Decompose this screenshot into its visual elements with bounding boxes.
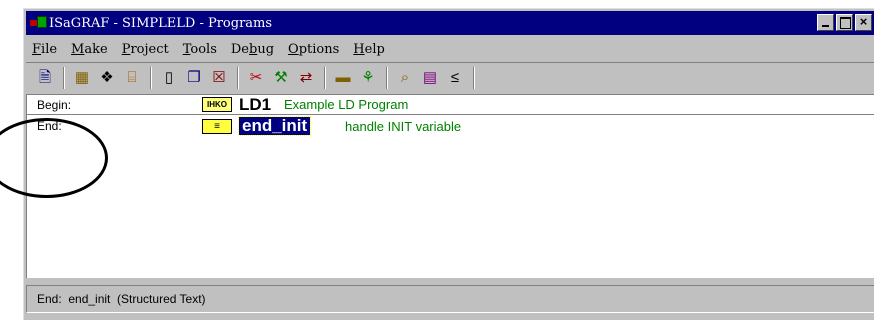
- program-description-end-init: handle INIT variable: [345, 118, 462, 134]
- menu-project[interactable]: Project: [116, 42, 177, 57]
- menu-file[interactable]: File: [26, 42, 65, 57]
- menu-help[interactable]: Help: [347, 42, 393, 57]
- maximize-button[interactable]: [836, 14, 853, 31]
- toolbar: 🗎 ▦ ❖ ⌸ ▯ ❐ ☒ ✂ ⚒ ⇄ ▬ ⚘ ⌕ ▤ ≤: [26, 62, 874, 92]
- ladder-program-icon: IHKO: [202, 97, 232, 112]
- toolbar-separator: [237, 66, 239, 89]
- minimize-button[interactable]: [817, 14, 834, 31]
- compile-icon[interactable]: ⚒: [270, 67, 292, 89]
- search-icon[interactable]: ⌕: [394, 67, 416, 89]
- section-label-begin: Begin:: [37, 97, 72, 112]
- toolbar-separator: [386, 66, 388, 89]
- toolbar-separator: [473, 66, 475, 89]
- toolbar-separator: [63, 66, 65, 89]
- status-bar: End: end_init (Structured Text): [26, 285, 874, 313]
- program-list: Begin: IHKO LD1 Example LD Program End: …: [26, 94, 874, 278]
- link-icon[interactable]: ❖: [96, 67, 118, 89]
- delete-icon[interactable]: ☒: [208, 67, 230, 89]
- menu-make[interactable]: Make: [65, 42, 116, 57]
- window-title: ISaGRAF - SIMPLELD - Programs: [49, 15, 273, 31]
- copy-icon[interactable]: ❐: [183, 67, 205, 89]
- toolbar-separator: [150, 66, 152, 89]
- cut-icon[interactable]: ✂: [245, 67, 267, 89]
- program-description-ld1: Example LD Program: [284, 97, 409, 112]
- menu-bar: File Make Project Tools Debug Options He…: [26, 38, 874, 60]
- memory-icon[interactable]: ▬: [332, 67, 354, 89]
- menu-debug[interactable]: Debug: [225, 42, 282, 57]
- hierarchy-icon[interactable]: ≤: [444, 67, 466, 89]
- isagraf-app-icon[interactable]: [30, 15, 48, 31]
- menu-tools[interactable]: Tools: [177, 42, 225, 57]
- isagraf-window: ISaGRAF - SIMPLELD - Programs × File Mak…: [23, 8, 874, 320]
- menu-options[interactable]: Options: [282, 42, 347, 57]
- io-connection-icon[interactable]: ⌸: [121, 67, 143, 89]
- program-name-ld1[interactable]: LD1: [239, 95, 271, 114]
- document-icon[interactable]: 🗎: [34, 67, 56, 89]
- title-bar[interactable]: ISaGRAF - SIMPLELD - Programs ×: [26, 11, 874, 35]
- program-name-end-init[interactable]: end_init: [237, 116, 312, 136]
- monitor-icon[interactable]: ▤: [419, 67, 441, 89]
- section-end-row[interactable]: End: ≡ end_init handle INIT variable: [27, 116, 874, 136]
- status-text: End: end_init (Structured Text): [37, 292, 206, 306]
- window-controls: ×: [817, 14, 872, 31]
- import-icon[interactable]: ⇄: [295, 67, 317, 89]
- structured-text-program-icon: ≡: [202, 118, 232, 134]
- toolbar-separator: [324, 66, 326, 89]
- network-icon[interactable]: ⚘: [357, 67, 379, 89]
- close-button[interactable]: ×: [855, 14, 872, 31]
- dictionary-icon[interactable]: ▦: [71, 67, 93, 89]
- new-program-icon[interactable]: ▯: [158, 67, 180, 89]
- section-begin-row[interactable]: Begin: IHKO LD1 Example LD Program: [27, 95, 874, 115]
